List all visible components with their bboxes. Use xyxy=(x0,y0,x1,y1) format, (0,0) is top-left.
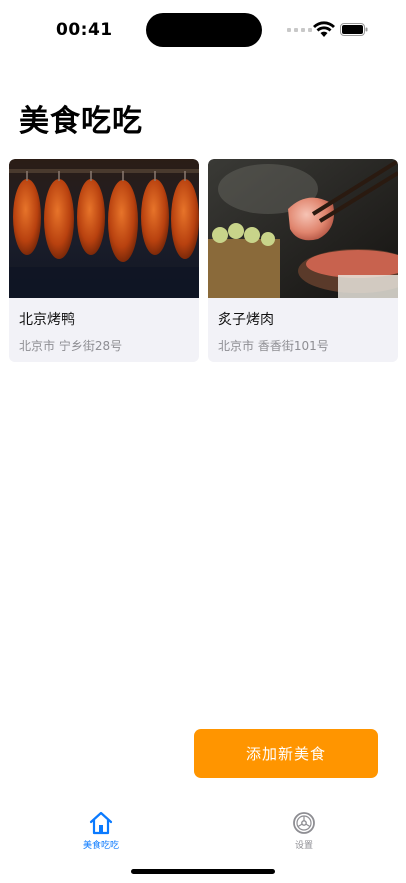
food-name: 炙子烤肉 xyxy=(218,312,274,328)
status-time: 00:41 xyxy=(56,20,113,40)
food-address: 北京市 宁乡街28号 xyxy=(19,339,123,353)
add-food-button[interactable]: 添加新美食 xyxy=(194,729,378,778)
tab-label: 设置 xyxy=(294,841,313,851)
gear-icon xyxy=(293,812,315,834)
dynamic-island xyxy=(146,13,262,47)
battery-icon xyxy=(340,23,368,36)
tab-label: 美食吃吃 xyxy=(82,841,119,851)
wifi-icon xyxy=(313,21,335,37)
roast-duck-photo xyxy=(9,159,199,298)
status-bar: 00:41 xyxy=(0,0,406,60)
grilled-meat-photo xyxy=(208,159,398,298)
tab-home[interactable]: 美食吃吃 xyxy=(61,810,141,851)
food-name: 北京烤鸭 xyxy=(19,312,75,328)
food-address: 北京市 香香街101号 xyxy=(218,339,329,353)
page-title: 美食吃吃 xyxy=(19,104,143,139)
food-card[interactable]: 北京烤鸭 北京市 宁乡街28号 xyxy=(9,159,199,362)
house-icon xyxy=(89,811,113,835)
food-card[interactable]: 炙子烤肉 北京市 香香街101号 xyxy=(208,159,398,362)
cellular-signal-icon xyxy=(287,28,312,32)
tab-settings[interactable]: 设置 xyxy=(264,810,344,851)
home-indicator xyxy=(131,869,275,874)
